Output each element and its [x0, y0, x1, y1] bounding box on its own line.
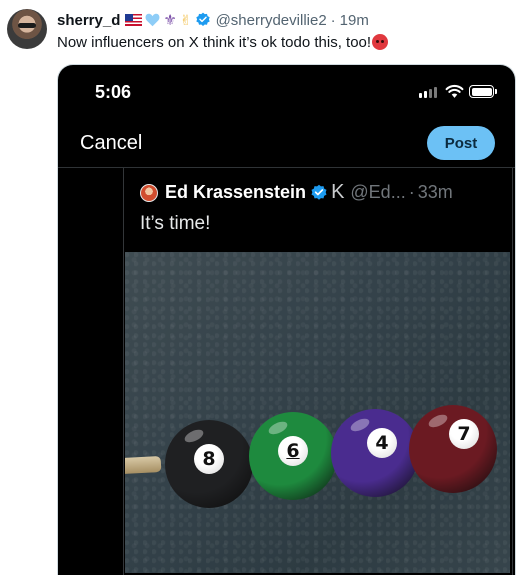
ball-number: 4 — [367, 428, 397, 458]
tweet-header: sherry_d ⚜ ✌ @sherrydevillie2 · 19m — [57, 10, 369, 30]
quoted-tweet-text: It’s time! — [140, 213, 211, 234]
timestamp[interactable]: 19m — [340, 12, 369, 29]
angry-face-icon — [372, 34, 389, 50]
fleur-de-lis-icon: ⚜ — [163, 11, 177, 29]
handle[interactable]: @sherrydevillie2 — [216, 12, 327, 29]
cue-stick — [125, 455, 162, 475]
post-button[interactable]: Post — [427, 126, 495, 160]
us-flag-icon — [125, 14, 143, 26]
ball-number: 7 — [449, 419, 479, 449]
affiliate-badge-icon: K — [331, 181, 345, 203]
billiard-ball-8: 8 — [165, 420, 253, 508]
avatar-glasses — [18, 23, 36, 28]
wifi-icon — [445, 84, 464, 98]
cellular-signal-icon — [419, 87, 437, 98]
billiard-ball-6: 6 — [249, 412, 337, 500]
avatar[interactable] — [7, 9, 47, 49]
attached-screenshot[interactable]: 5:06 Cancel Post Ed Krassenstein K @Ed..… — [57, 64, 516, 575]
ball-number: 8 — [194, 444, 224, 474]
ball-number: 6 — [278, 436, 308, 466]
billiard-ball-7: 7 — [409, 405, 497, 493]
tweet-text-content: Now influencers on X think it’s ok todo … — [57, 34, 372, 51]
battery-icon — [469, 85, 497, 98]
separator-dot: · — [408, 182, 415, 202]
billiard-photo[interactable]: 8 6 4 7 — [125, 252, 510, 573]
separator-dot: · — [330, 11, 336, 29]
quoted-timestamp[interactable]: 33m — [418, 182, 453, 203]
quoted-tweet-header: Ed Krassenstein K @Ed... · 33m — [140, 181, 453, 204]
tweet-text: Now influencers on X think it’s ok todo … — [57, 33, 389, 53]
tweet-card[interactable]: sherry_d ⚜ ✌ @sherrydevillie2 · 19m Now … — [0, 0, 520, 575]
display-name[interactable]: sherry_d — [57, 12, 120, 29]
quoted-handle[interactable]: @Ed... — [350, 182, 405, 203]
quoted-tweet[interactable]: Ed Krassenstein K @Ed... · 33m It’s time… — [123, 168, 513, 575]
billiard-ball-4: 4 — [331, 409, 419, 497]
victory-hand-icon: ✌ — [179, 12, 192, 28]
verified-badge-icon — [195, 12, 210, 26]
verified-badge-icon — [311, 184, 327, 200]
status-bar-time: 5:06 — [95, 82, 132, 102]
quoted-avatar[interactable] — [140, 183, 158, 202]
quoted-display-name[interactable]: Ed Krassenstein — [165, 182, 306, 203]
light-blue-heart-icon — [145, 13, 160, 27]
cancel-button[interactable]: Cancel — [80, 132, 142, 155]
